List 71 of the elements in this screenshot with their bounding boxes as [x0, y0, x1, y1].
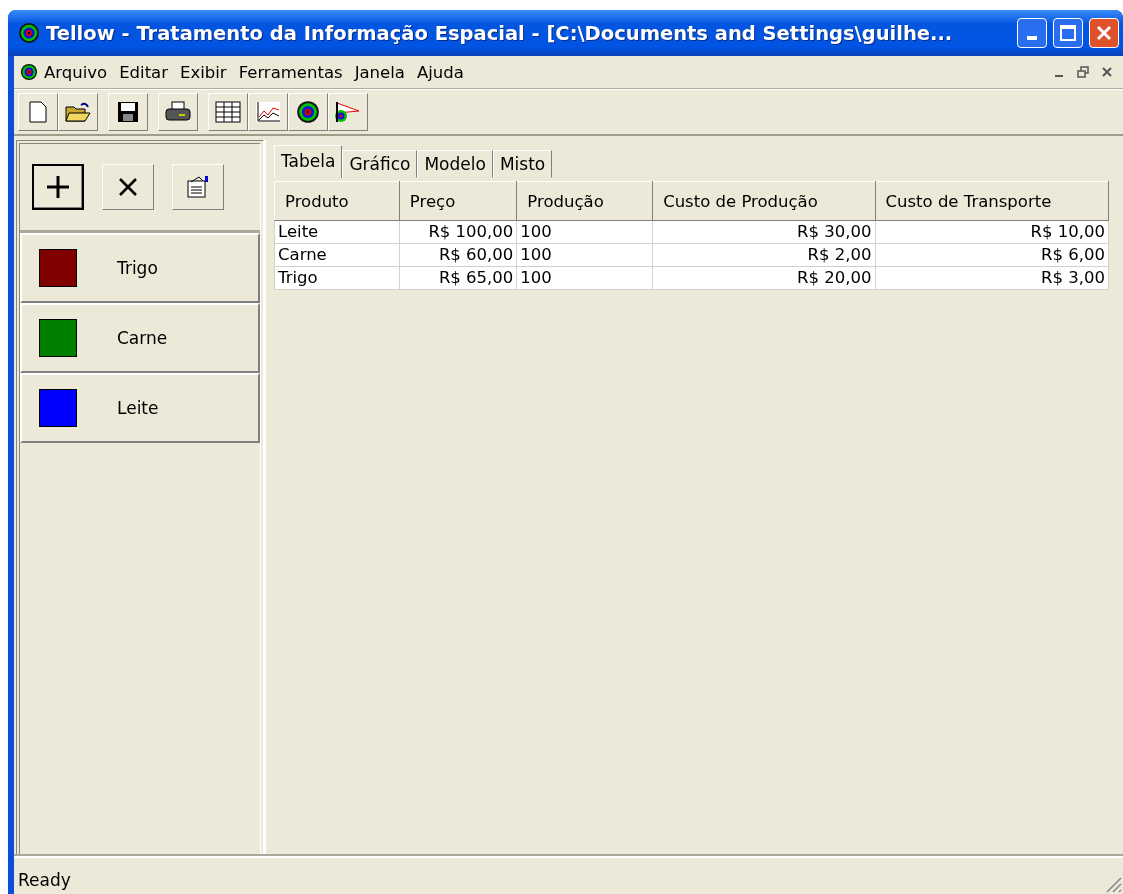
minimize-icon [1055, 75, 1063, 77]
close-icon [1102, 67, 1112, 77]
legend-item[interactable]: Leite [20, 373, 260, 443]
maximize-button[interactable] [1053, 18, 1083, 48]
target-button[interactable] [288, 93, 328, 131]
table-button[interactable] [208, 93, 248, 131]
tab[interactable]: Misto [492, 150, 553, 178]
table-cell: R$ 30,00 [652, 220, 875, 244]
menu-item[interactable]: Janela [348, 60, 411, 84]
chart-button[interactable] [248, 93, 288, 131]
close-button[interactable] [1089, 18, 1119, 48]
maximize-icon [1059, 24, 1077, 42]
minimize-button[interactable] [1017, 18, 1047, 48]
table-cell: 100 [516, 266, 653, 290]
table-cell: 100 [516, 243, 653, 267]
table-cell: R$ 60,00 [399, 243, 517, 267]
table-cell: Carne [274, 243, 400, 267]
legend-label: Trigo [117, 258, 158, 278]
new-button[interactable] [18, 93, 58, 131]
save-button[interactable] [108, 93, 148, 131]
target-icon [20, 63, 38, 81]
delete-button[interactable] [102, 164, 154, 210]
tab[interactable]: Gráfico [342, 150, 418, 178]
table-cell: R$ 100,00 [399, 220, 517, 244]
pennant-icon [335, 101, 361, 123]
print-button[interactable] [158, 93, 198, 131]
grid-icon [215, 101, 241, 123]
line-chart-icon [255, 101, 281, 123]
page-icon [29, 101, 47, 123]
legend-item[interactable]: Carne [20, 303, 260, 373]
table-cell: R$ 65,00 [399, 266, 517, 290]
legend-label: Leite [117, 398, 159, 418]
table-cell: R$ 3,00 [875, 266, 1109, 290]
table-cell: R$ 6,00 [875, 243, 1109, 267]
cross-icon [117, 176, 139, 198]
menu-item[interactable]: Exibir [174, 60, 233, 84]
menu-item[interactable]: Arquivo [38, 60, 114, 84]
target-icon [18, 22, 40, 44]
column-header[interactable]: Custo de Transporte [875, 181, 1109, 221]
menu-item[interactable]: Ajuda [410, 60, 470, 84]
printer-icon [165, 101, 191, 123]
table-cell: Leite [274, 220, 400, 244]
open-button[interactable] [58, 93, 98, 131]
properties-icon [186, 175, 210, 199]
minimize-icon [1027, 36, 1037, 40]
properties-button[interactable] [172, 164, 224, 210]
tab[interactable]: Tabela [274, 145, 343, 178]
menu-item[interactable]: Editar [113, 60, 174, 84]
tab[interactable]: Modelo [417, 150, 493, 178]
column-header[interactable]: Custo de Produção [652, 181, 875, 221]
status-text: Ready [17, 870, 71, 892]
close-icon [1095, 24, 1113, 42]
folder-icon [65, 101, 91, 123]
plus-icon [45, 174, 71, 200]
table-cell: R$ 2,00 [652, 243, 875, 267]
model-button[interactable] [328, 93, 368, 131]
legend-item[interactable]: Trigo [20, 233, 260, 303]
menu-item[interactable]: Ferramentas [232, 60, 349, 84]
add-button[interactable] [32, 164, 84, 210]
table-cell: R$ 20,00 [652, 266, 875, 290]
column-header[interactable]: Produto [274, 181, 400, 221]
floppy-icon [117, 101, 139, 123]
table-cell: Trigo [274, 266, 400, 290]
legend-label: Carne [117, 328, 168, 348]
column-header[interactable]: Preço [399, 181, 517, 221]
column-header[interactable]: Produção [516, 181, 653, 221]
restore-icon [1077, 66, 1089, 78]
table-cell: R$ 10,00 [875, 220, 1109, 244]
table-cell: 100 [516, 220, 653, 244]
target-icon [296, 100, 320, 124]
window-title: Tellow - Tratamento da Informação Espacial - [C:\Documents and Settings\guilhe... [46, 21, 954, 45]
